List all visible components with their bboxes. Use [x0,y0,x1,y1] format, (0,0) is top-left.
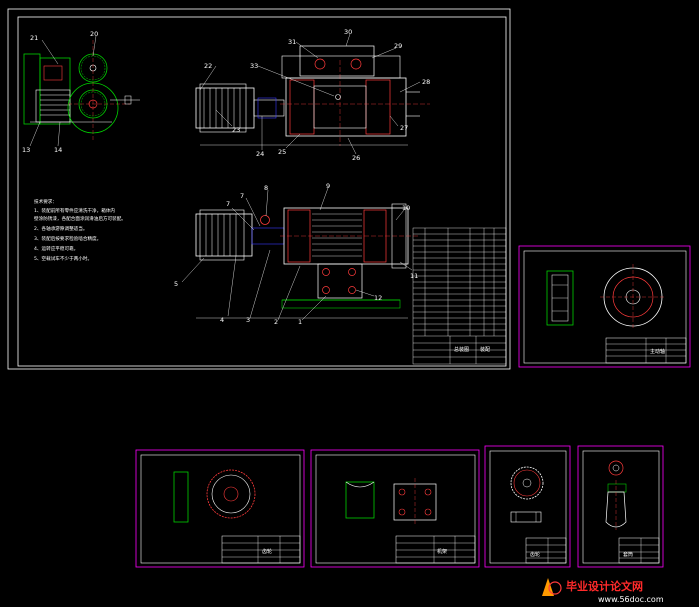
callout-13: 13 [22,146,30,154]
notes-item-3: 2、各轴承游隙调整适当。 [34,225,87,232]
notes-item-1: 1、装配前所有零件应清洗干净，箱体内 [34,207,115,214]
callout-1: 1 [298,318,302,326]
watermark: 毕业设计论文网 www.56doc.com [542,578,664,604]
part-sheet-3-title: 机架 [437,548,447,555]
callout-5: 5 [174,280,178,288]
callout-10: 10 [402,204,410,212]
part-sheet-5-title: 套筒 [623,551,633,558]
technical-requirements: 技术要求： 1、装配前所有零件应清洗干净，箱体内 壁涂防锈漆，各配合面涂润滑油后… [34,198,126,262]
callout-7-a: 7 [226,200,230,208]
main-title-block-right: 装配 [480,346,490,353]
part-sheet-2: 齿轮 [135,449,305,568]
part-sheet-1: 主动轴 [518,245,691,368]
notes-item-5: 4、运转应平稳可靠。 [34,245,78,252]
callout-14: 14 [54,146,62,154]
main-title-block-name: 总装图 [454,346,469,353]
callout-leaders [29,33,421,321]
callout-3: 3 [246,316,250,324]
part-sheet-3: 机架 [310,449,480,568]
callout-31: 31 [288,38,296,46]
watermark-url: www.56doc.com [598,595,664,604]
callout-7-b: 7 [240,192,244,200]
outer-sheet-border [7,8,511,370]
side-view [23,40,140,140]
callout-26: 26 [352,154,360,162]
callout-labels: 21 20 13 14 22 23 24 25 26 27 28 29 30 3… [22,28,430,326]
callout-30: 30 [344,28,352,36]
callout-8: 8 [264,184,268,192]
callout-4: 4 [220,316,224,324]
part-sheet-1-title: 主动轴 [650,348,665,355]
callout-24: 24 [256,150,264,158]
callout-22: 22 [204,62,212,70]
inner-sheet-border [17,16,507,367]
notes-item-2: 壁涂防锈漆，各配合面涂润滑油后方可装配。 [34,215,126,222]
callout-27: 27 [400,124,408,132]
callout-21: 21 [30,34,38,42]
part-sheet-5: 套筒 [577,445,664,568]
callout-9: 9 [326,182,330,190]
front-view [195,203,420,319]
callout-12: 12 [374,294,382,302]
main-assembly-sheet: 21 20 13 14 22 23 24 25 26 27 28 29 30 3… [7,8,511,370]
callout-20: 20 [90,30,98,38]
notes-heading: 技术要求： [34,198,57,205]
callout-25: 25 [278,148,286,156]
notes-item-4: 3、装配后按要求检验啮合精度。 [34,235,101,242]
callout-28: 28 [422,78,430,86]
callout-2: 2 [274,318,278,326]
callout-29: 29 [394,42,402,50]
part-sheet-2-title: 齿轮 [262,548,272,555]
callout-23: 23 [232,126,240,134]
notes-item-6: 5、空载试车不少于两小时。 [34,255,92,262]
watermark-brand: 毕业设计论文网 [566,579,643,593]
callout-33: 33 [250,62,258,70]
cad-drawing-canvas: 21 20 13 14 22 23 24 25 26 27 28 29 30 3… [7,8,691,604]
part-sheet-4-title: 齿轮 [530,551,540,558]
parts-list-table [412,227,507,365]
part-sheet-4: 齿轮 [484,445,571,568]
